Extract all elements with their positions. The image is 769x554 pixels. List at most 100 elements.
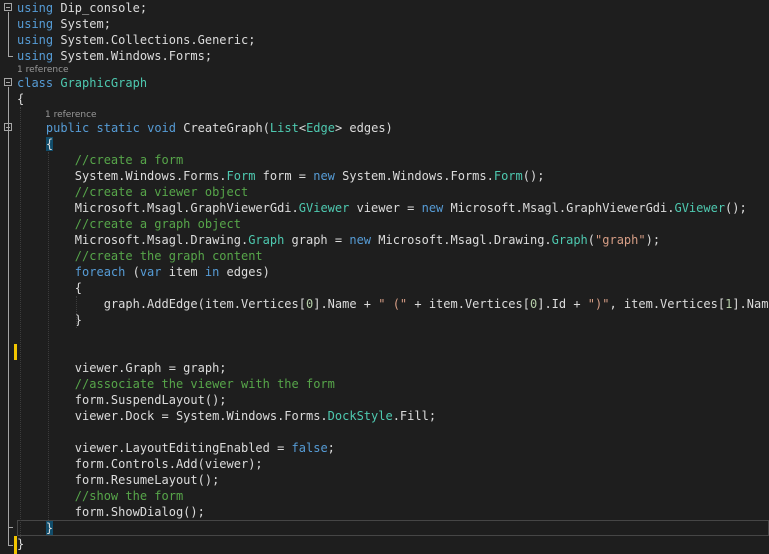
fold-guide-method-end xyxy=(8,527,13,528)
code-line-11[interactable]: //create a viewer object xyxy=(0,184,769,200)
code-text-33: } xyxy=(17,536,769,552)
keyword-token: new xyxy=(349,233,372,247)
code-token: .Fill; xyxy=(392,409,437,423)
code-line-8[interactable]: { xyxy=(0,136,769,152)
code-token: Microsoft.Msagl.Drawing. xyxy=(17,233,249,247)
code-token: Dip_console; xyxy=(53,1,148,15)
string-token: "graph" xyxy=(595,233,646,247)
code-editor[interactable]: using Dip_console; using System; using S… xyxy=(0,0,769,554)
code-token: CreateGraph( xyxy=(176,121,270,135)
code-line-4[interactable]: using System.Windows.Forms; xyxy=(0,48,769,64)
code-token: edges) xyxy=(219,265,270,279)
code-text-8: { xyxy=(17,136,769,152)
code-line-19[interactable]: } xyxy=(0,312,769,328)
code-text-24: form.SuspendLayout(); xyxy=(17,392,769,408)
code-line-24[interactable]: form.SuspendLayout(); xyxy=(0,392,769,408)
code-token: } xyxy=(17,313,83,327)
comment-token: //associate the viewer with the form xyxy=(74,377,335,391)
code-token: viewer.LayoutEditingEnabled = xyxy=(17,441,292,455)
code-text-29: form.ResumeLayout(); xyxy=(17,472,769,488)
code-line-26[interactable] xyxy=(0,424,769,440)
code-line-18[interactable]: graph.AddEdge(item.Vertices[0].Name + " … xyxy=(0,296,769,312)
code-line-25[interactable]: viewer.Dock = System.Windows.Forms.DockS… xyxy=(0,408,769,424)
comment-token: //show the form xyxy=(74,489,184,503)
code-token: Microsoft.Msagl.GraphViewerGdi. xyxy=(443,201,675,215)
code-line-13[interactable]: //create a graph object xyxy=(0,216,769,232)
fold-guide-usings-end xyxy=(8,56,13,57)
code-line-15[interactable]: //create the graph content xyxy=(0,248,769,264)
fold-toggle-usings[interactable] xyxy=(4,3,12,11)
fold-guide-class-end xyxy=(8,545,13,546)
code-line-30[interactable]: //show the form xyxy=(0,488,769,504)
code-line-3[interactable]: using System.Collections.Generic; xyxy=(0,32,769,48)
code-text-14: Microsoft.Msagl.Drawing.Graph graph = ne… xyxy=(17,232,769,248)
type-token: DockStyle xyxy=(327,409,393,423)
code-line-12[interactable]: Microsoft.Msagl.GraphViewerGdi.GViewer v… xyxy=(0,200,769,216)
keyword-token: new xyxy=(313,169,335,183)
type-token: GraphicGraph xyxy=(60,76,148,90)
fold-toggle-class[interactable] xyxy=(4,78,12,86)
keyword-token: static xyxy=(96,121,140,135)
change-marker-1 xyxy=(14,344,17,360)
brace-token: } xyxy=(45,521,54,535)
keyword-token: new xyxy=(421,201,444,215)
code-token: System; xyxy=(53,17,111,31)
code-text-15: //create the graph content xyxy=(17,248,769,264)
code-text-31: form.ShowDialog(); xyxy=(17,504,769,520)
code-text-19: } xyxy=(17,312,769,328)
code-token: ].Name + xyxy=(313,297,379,311)
keyword-token: using xyxy=(17,17,54,31)
code-line-1[interactable]: using Dip_console; xyxy=(0,0,769,16)
code-line-28[interactable]: form.Controls.Add(viewer); xyxy=(0,456,769,472)
code-line-9[interactable]: //create a form xyxy=(0,152,769,168)
code-token: { xyxy=(17,281,83,295)
keyword-token: using xyxy=(17,1,54,15)
code-line-14[interactable]: Microsoft.Msagl.Drawing.Graph graph = ne… xyxy=(0,232,769,248)
fold-guide-usings xyxy=(8,12,9,57)
code-token: ); xyxy=(645,233,661,247)
code-token: { xyxy=(17,92,25,106)
code-line-10[interactable]: System.Windows.Forms.Form form = new Sys… xyxy=(0,168,769,184)
code-token: Microsoft.Msagl.Drawing. xyxy=(371,233,552,247)
comment-token: //create the graph content xyxy=(74,249,263,263)
code-token: (); xyxy=(725,201,747,215)
code-token: } xyxy=(17,537,25,551)
code-line-17[interactable]: { xyxy=(0,280,769,296)
code-token: , item.Vertices[ xyxy=(609,297,726,311)
code-line-5[interactable]: class GraphicGraph xyxy=(0,75,769,91)
code-line-22[interactable]: viewer.Graph = graph; xyxy=(0,360,769,376)
code-line-29[interactable]: form.ResumeLayout(); xyxy=(0,472,769,488)
code-text-10: System.Windows.Forms.Form form = new Sys… xyxy=(17,168,769,184)
keyword-token: in xyxy=(204,265,220,279)
code-token: item xyxy=(161,265,205,279)
code-line-33[interactable]: } xyxy=(0,536,769,552)
fold-guide-method xyxy=(8,132,9,528)
code-line-2[interactable]: using System; xyxy=(0,16,769,32)
code-line-23[interactable]: //associate the viewer with the form xyxy=(0,376,769,392)
code-line-6[interactable]: { xyxy=(0,91,769,107)
code-token: Microsoft.Msagl.GraphViewerGdi. xyxy=(17,201,299,215)
code-line-27[interactable]: viewer.LayoutEditingEnabled = false; xyxy=(0,440,769,456)
code-token: form.Controls.Add(viewer); xyxy=(17,457,263,471)
code-token: System.Collections.Generic; xyxy=(53,33,256,47)
code-line-31[interactable]: form.ShowDialog(); xyxy=(0,504,769,520)
code-line-7[interactable]: public static void CreateGraph(List<Edge… xyxy=(0,120,769,136)
code-line-16[interactable]: foreach (var item in edges) xyxy=(0,264,769,280)
keyword-token: foreach xyxy=(74,265,126,279)
code-text-3: using System.Collections.Generic; xyxy=(17,32,769,48)
code-line-21[interactable] xyxy=(0,344,769,360)
code-token: viewer = xyxy=(349,201,422,215)
code-line-32[interactable]: } xyxy=(0,520,769,536)
code-token: graph.AddEdge(item.Vertices[ xyxy=(17,297,306,311)
code-text-6: { xyxy=(17,91,769,107)
code-line-20[interactable] xyxy=(0,328,769,344)
type-token: Form xyxy=(493,169,523,183)
code-text-23: //associate the viewer with the form xyxy=(17,376,769,392)
